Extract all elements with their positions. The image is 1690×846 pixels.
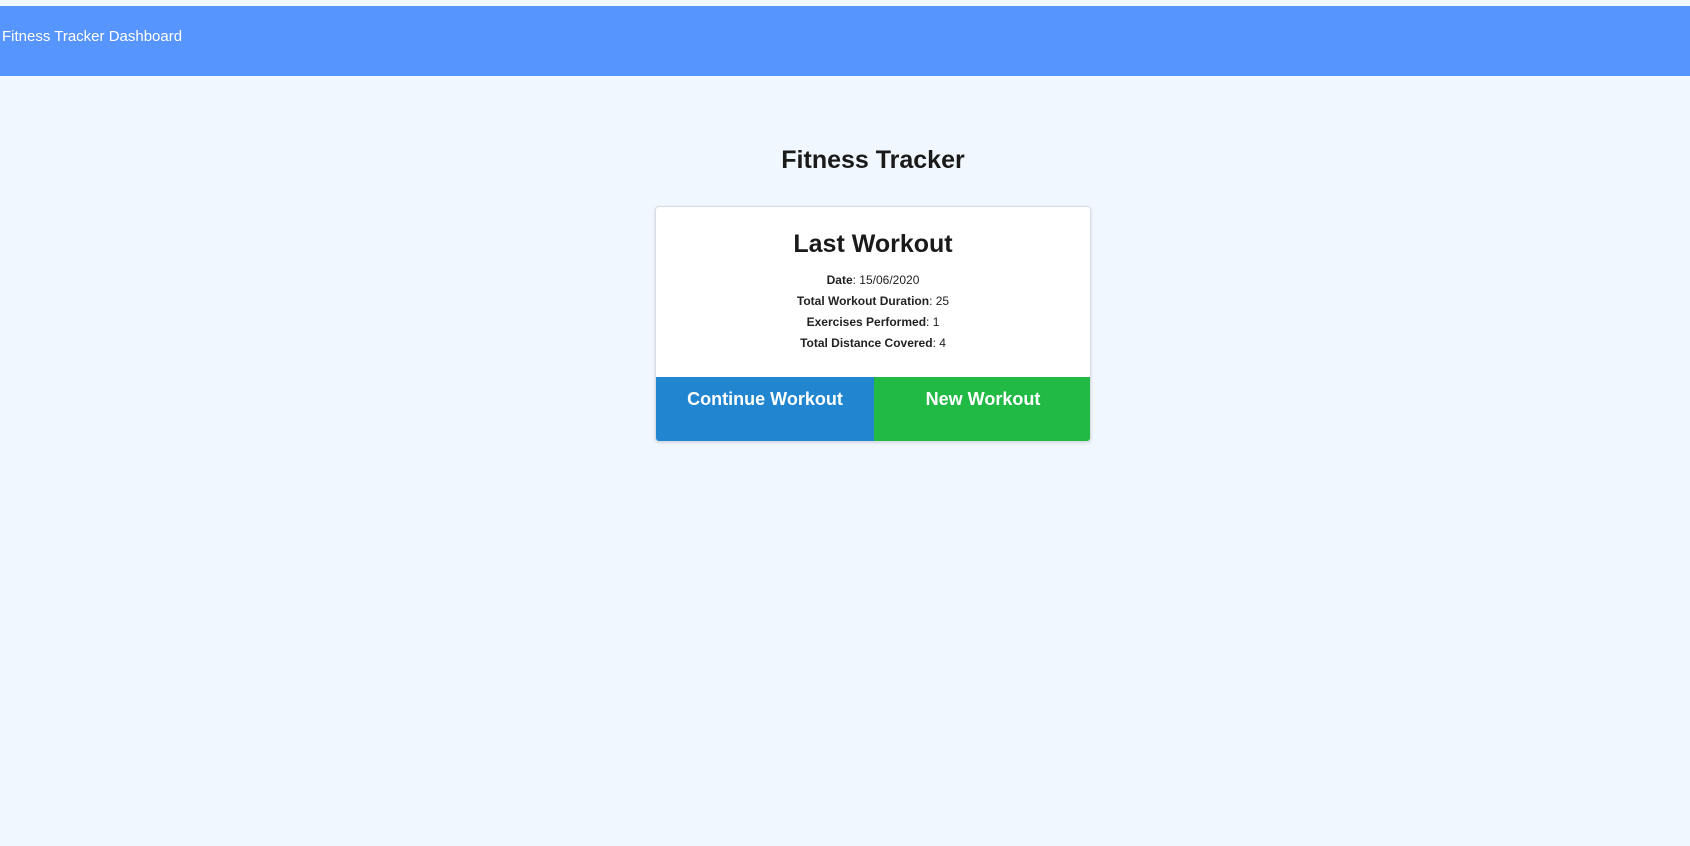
last-workout-card: Last Workout Date: 15/06/2020 Total Work… — [655, 206, 1091, 442]
stat-label: Total Workout Duration — [796, 294, 930, 308]
stat-value: : 1 — [926, 315, 940, 329]
stat-value: : 4 — [932, 336, 946, 350]
stat-distance: Total Distance Covered: 4 — [656, 333, 1090, 354]
stat-duration: Total Workout Duration: 25 — [656, 291, 1090, 312]
card-title: Last Workout — [793, 230, 953, 258]
new-workout-button[interactable]: New Workout — [874, 377, 1090, 441]
navbar-brand[interactable]: Fitness Tracker Dashboard — [2, 28, 182, 46]
stat-label: Date — [826, 273, 853, 287]
stat-label: Total Distance Covered — [800, 336, 933, 350]
stat-exercises: Exercises Performed: 1 — [656, 312, 1090, 333]
page-title: Fitness Tracker — [781, 146, 965, 174]
stat-date: Date: 15/06/2020 — [656, 270, 1090, 291]
navbar: Fitness Tracker Dashboard — [0, 6, 1690, 76]
stat-value: : 25 — [929, 294, 950, 308]
workout-stats: Date: 15/06/2020 Total Workout Duration:… — [656, 270, 1090, 354]
stat-value: : 15/06/2020 — [852, 273, 920, 287]
continue-workout-button[interactable]: Continue Workout — [656, 377, 874, 441]
stat-label: Exercises Performed — [806, 315, 927, 329]
